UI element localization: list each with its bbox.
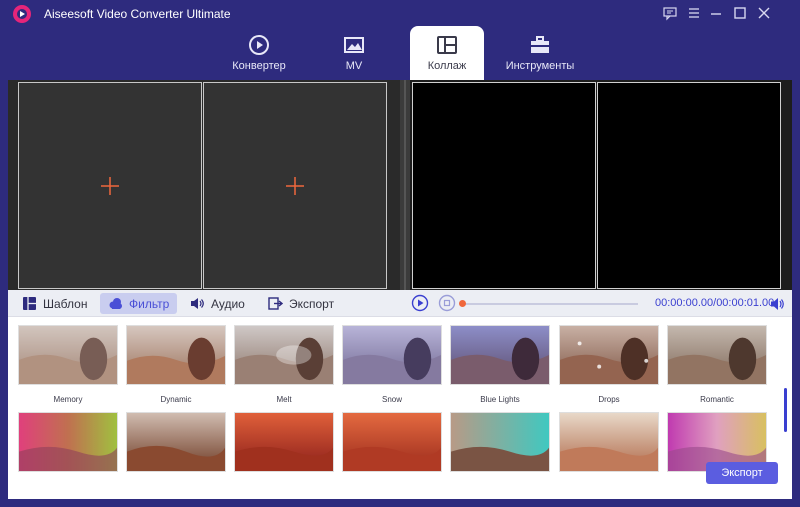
filter-memory[interactable]: Memory bbox=[18, 325, 118, 404]
current-time: 00:00:00.00 bbox=[655, 297, 714, 309]
preview-cell-left bbox=[412, 82, 596, 289]
preview-area bbox=[410, 80, 792, 290]
menu-icon[interactable] bbox=[684, 4, 704, 22]
tab-mv-label: MV bbox=[345, 60, 363, 72]
filter-item-row2[interactable] bbox=[126, 412, 226, 482]
filter-romantic[interactable]: Romantic bbox=[667, 325, 767, 404]
filter-thumbnail[interactable] bbox=[18, 412, 118, 472]
filter-thumbnail[interactable] bbox=[126, 412, 226, 472]
tab-audio[interactable]: Аудио bbox=[182, 293, 253, 314]
tab-collage[interactable]: Коллаж bbox=[410, 26, 484, 80]
filter-thumbnail[interactable] bbox=[126, 325, 226, 385]
filter-item-row2[interactable] bbox=[342, 412, 442, 482]
filter-thumbnail[interactable] bbox=[18, 325, 118, 385]
filter-thumbnail[interactable] bbox=[450, 412, 550, 472]
collage-icon bbox=[437, 36, 457, 54]
total-time: 00:00:01.00 bbox=[716, 297, 775, 309]
panel-splitter[interactable] bbox=[400, 80, 410, 290]
tab-tools[interactable]: Инструменты bbox=[496, 26, 584, 80]
minimize-button[interactable] bbox=[706, 4, 726, 22]
filter-thumbnail[interactable] bbox=[559, 325, 659, 385]
tab-filter-label: Фильтр bbox=[129, 296, 170, 311]
filter-item-row2[interactable] bbox=[18, 412, 118, 482]
collage-edit-area bbox=[8, 80, 400, 290]
main-panel: Шаблон Фильтр Аудио Экспорт 00:00:00.00/… bbox=[8, 80, 792, 499]
progress-handle[interactable] bbox=[459, 300, 466, 307]
filter-dynamic[interactable]: Dynamic bbox=[126, 325, 226, 404]
filter-label: Romantic bbox=[700, 395, 734, 404]
speaker-icon bbox=[191, 298, 204, 309]
play-icon[interactable] bbox=[411, 294, 429, 312]
filter-thumbnail[interactable] bbox=[342, 412, 442, 472]
filter-label: Snow bbox=[381, 395, 402, 404]
tab-template[interactable]: Шаблон bbox=[14, 293, 95, 314]
filter-thumbnail[interactable] bbox=[667, 325, 767, 385]
template-icon bbox=[23, 297, 36, 310]
progress-slider[interactable] bbox=[459, 300, 638, 307]
filter-thumbnail[interactable] bbox=[450, 325, 550, 385]
filter-label: Dynamic bbox=[160, 395, 192, 404]
tab-mv[interactable]: MV bbox=[311, 26, 397, 80]
filter-thumbnail[interactable] bbox=[234, 412, 334, 472]
filter-label: Blue Lights bbox=[480, 395, 520, 404]
refresh-circle-icon bbox=[249, 35, 269, 55]
filter-melt[interactable]: Melt bbox=[234, 325, 334, 404]
filter-thumbnail[interactable] bbox=[342, 325, 442, 385]
cloud-icon bbox=[109, 298, 122, 309]
feedback-icon[interactable] bbox=[660, 4, 680, 22]
title-bar: Aiseesoft Video Converter Ultimate bbox=[0, 0, 800, 26]
filter-thumbnail[interactable] bbox=[234, 325, 334, 385]
add-media-icon[interactable] bbox=[100, 176, 120, 196]
filter-blue-lights[interactable]: Blue Lights bbox=[450, 325, 550, 404]
stop-icon[interactable] bbox=[438, 294, 456, 312]
volume-icon[interactable] bbox=[770, 296, 786, 312]
tab-audio-label: Аудио bbox=[211, 296, 245, 311]
splitter-grip bbox=[404, 80, 406, 290]
collage-cell-left[interactable] bbox=[18, 82, 202, 289]
toolbox-icon bbox=[531, 36, 549, 53]
tab-collage-label: Коллаж bbox=[427, 60, 467, 72]
player-controls: 00:00:00.00/00:00:01.00 bbox=[402, 290, 792, 317]
tab-filter[interactable]: Фильтр bbox=[100, 293, 178, 314]
filter-drops[interactable]: Drops bbox=[559, 325, 659, 404]
tab-export-label: Экспорт bbox=[289, 296, 335, 311]
tab-template-label: Шаблон bbox=[43, 296, 88, 311]
filter-label: Memory bbox=[53, 395, 83, 404]
image-icon bbox=[344, 37, 364, 53]
filter-scrollbar[interactable] bbox=[784, 388, 787, 432]
export-icon bbox=[268, 297, 283, 310]
maximize-button[interactable] bbox=[730, 4, 750, 22]
app-title: Aiseesoft Video Converter Ultimate bbox=[44, 7, 231, 21]
filter-item-row2[interactable] bbox=[234, 412, 334, 482]
filter-item-row2[interactable] bbox=[559, 412, 659, 482]
filter-thumbnail[interactable] bbox=[559, 412, 659, 472]
close-button[interactable] bbox=[754, 4, 774, 22]
tab-converter-label: Конвертер bbox=[232, 60, 286, 72]
time-display: 00:00:00.00/00:00:01.00 bbox=[655, 297, 774, 309]
tab-converter[interactable]: Конвертер bbox=[216, 26, 302, 80]
top-navigation: Конвертер MV Коллаж Инструменты bbox=[0, 26, 800, 80]
tab-export[interactable]: Экспорт bbox=[260, 293, 342, 314]
collage-cell-right[interactable] bbox=[203, 82, 387, 289]
filter-label: Melt bbox=[276, 395, 292, 404]
add-media-icon[interactable] bbox=[285, 176, 305, 196]
preview-cell-right bbox=[597, 82, 781, 289]
filter-grid: Memory Dynamic Melt Snow Blue Lights Dro… bbox=[8, 318, 792, 499]
tab-tools-label: Инструменты bbox=[505, 60, 575, 72]
filter-snow[interactable]: Snow bbox=[342, 325, 442, 404]
app-logo-icon bbox=[13, 5, 31, 23]
filter-label: Drops bbox=[598, 395, 620, 404]
filter-item-row2[interactable] bbox=[450, 412, 550, 482]
export-button[interactable]: Экспорт bbox=[706, 462, 778, 484]
